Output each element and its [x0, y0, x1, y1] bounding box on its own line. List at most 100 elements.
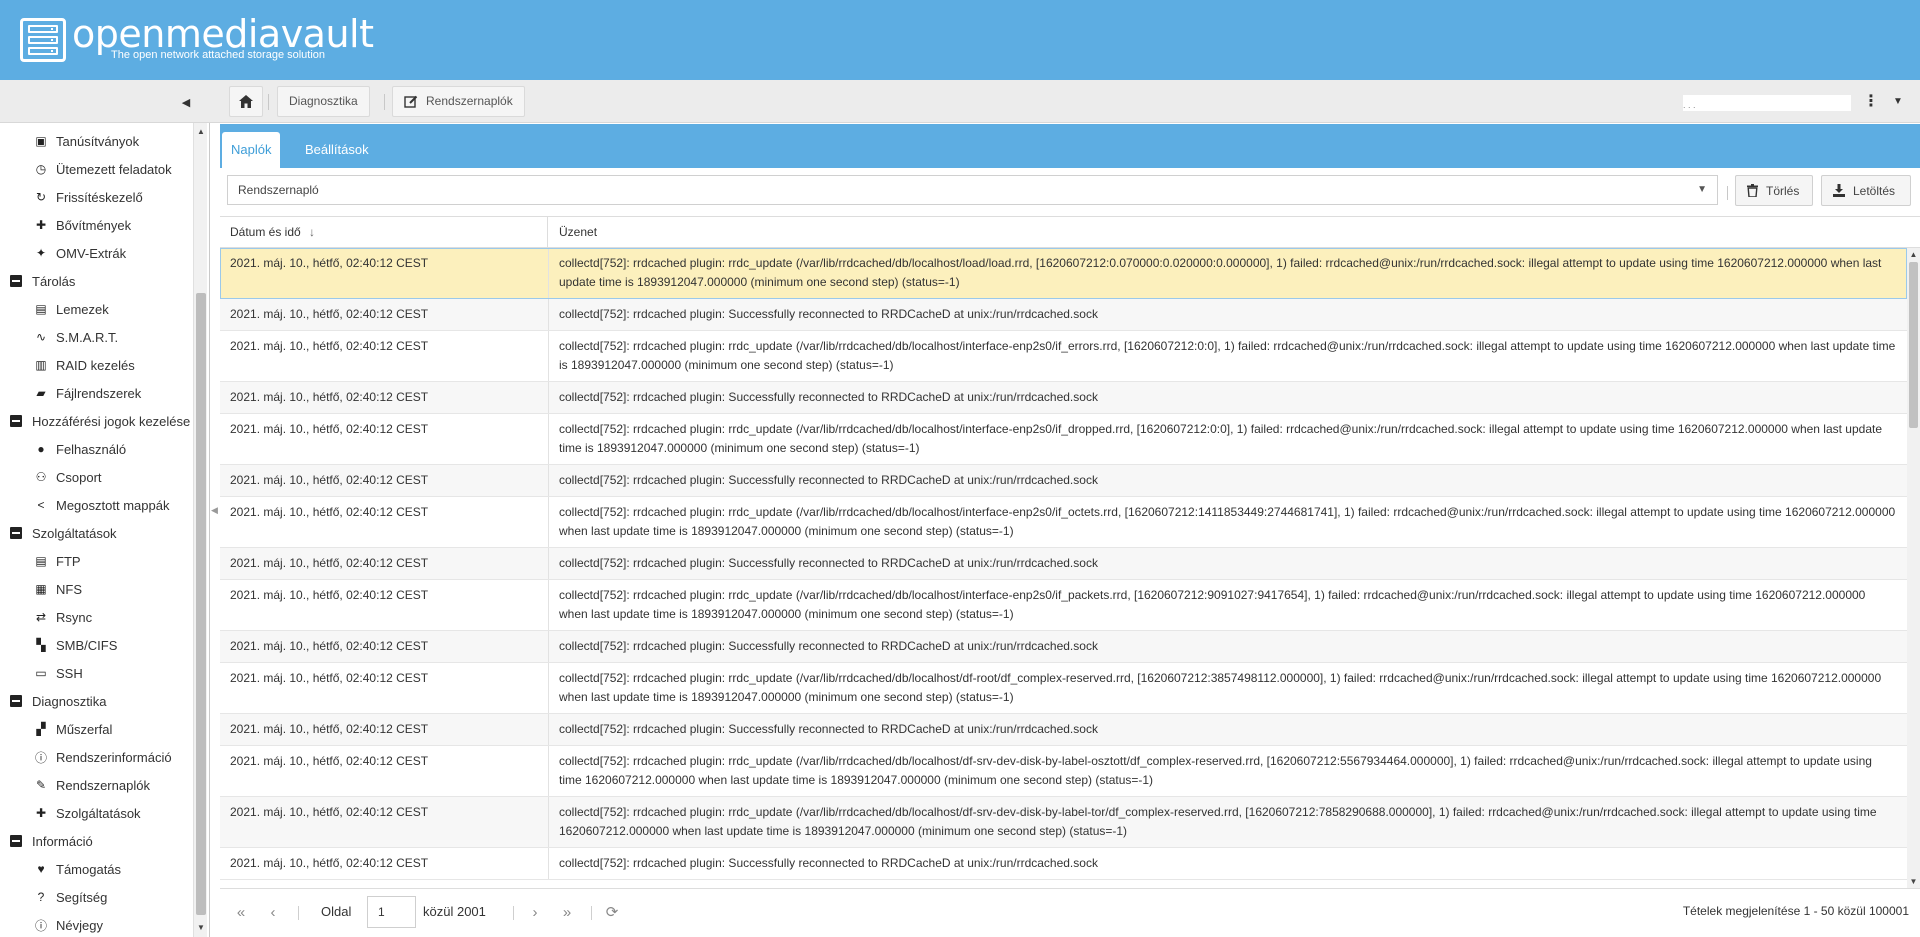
cell-date: 2021. máj. 10., hétfő, 02:40:12 CEST — [220, 331, 549, 381]
sidebar-resize-handle[interactable]: ◀ — [210, 498, 219, 522]
tab-settings[interactable]: Beállítások — [296, 132, 378, 168]
sidebar-group[interactable]: Tárolás — [0, 267, 193, 295]
table-row[interactable]: 2021. máj. 10., hétfő, 02:40:12 CEST coll… — [220, 248, 1907, 299]
table-row[interactable]: 2021. máj. 10., hétfő, 02:40:12 CEST coll… — [220, 580, 1907, 631]
log-grid: 2021. máj. 10., hétfő, 02:40:12 CEST coll… — [220, 248, 1907, 888]
scroll-up-icon[interactable]: ▲ — [194, 125, 208, 139]
delete-button[interactable]: Törlés — [1735, 175, 1813, 206]
table-row[interactable]: 2021. máj. 10., hétfő, 02:40:12 CEST coll… — [220, 848, 1907, 880]
table-row[interactable]: 2021. máj. 10., hétfő, 02:40:12 CEST coll… — [220, 497, 1907, 548]
collapse-minus-icon — [10, 415, 22, 427]
sidebar-item[interactable]: ? Segítség — [0, 883, 193, 911]
sidebar-group[interactable]: Diagnosztika — [0, 687, 193, 715]
sidebar-item[interactable]: ✦ OMV-Extrák — [0, 239, 193, 267]
cell-date: 2021. máj. 10., hétfő, 02:40:12 CEST — [220, 714, 549, 745]
scroll-down-icon[interactable]: ▼ — [194, 921, 208, 935]
more-vertical-icon[interactable]: ⋮ — [1859, 86, 1883, 118]
sidebar-item[interactable]: ♥ Támogatás — [0, 855, 193, 883]
table-row[interactable]: 2021. máj. 10., hétfő, 02:40:12 CEST coll… — [220, 382, 1907, 414]
table-row[interactable]: 2021. máj. 10., hétfő, 02:40:12 CEST coll… — [220, 746, 1907, 797]
last-page-icon[interactable]: » — [557, 903, 577, 923]
cell-message: collectd[752]: rrdcached plugin: Success… — [559, 722, 1098, 736]
collapse-sidebar-button[interactable]: ◀ — [176, 93, 196, 113]
sidebar-item[interactable]: ▭ SSH — [0, 659, 193, 687]
home-button[interactable] — [229, 86, 263, 117]
download-label: Letöltés — [1853, 183, 1896, 198]
prev-page-icon[interactable]: ‹ — [263, 903, 283, 923]
scrollbar-thumb[interactable] — [196, 293, 206, 915]
sidebar-item-label: Hozzáférési jogok kezelése — [32, 413, 191, 429]
sidebar-item[interactable]: ▞ Műszerfal — [0, 715, 193, 743]
first-page-icon[interactable]: « — [231, 903, 251, 923]
sidebar-item[interactable]: ✚ Bővítmények — [0, 211, 193, 239]
sidebar-item-label: OMV-Extrák — [56, 245, 127, 261]
sidebar-item[interactable]: ⚇ Csoport — [0, 463, 193, 491]
table-row[interactable]: 2021. máj. 10., hétfő, 02:40:12 CEST coll… — [220, 331, 1907, 382]
sidebar-item[interactable]: ● Felhasználó — [0, 435, 193, 463]
table-row[interactable]: 2021. máj. 10., hétfő, 02:40:12 CEST coll… — [220, 465, 1907, 497]
server-icon: ▤ — [35, 554, 47, 568]
refresh-icon[interactable]: ⟳ — [602, 903, 622, 923]
next-page-icon[interactable]: › — [525, 903, 545, 923]
sidebar-group[interactable]: Információ — [0, 827, 193, 855]
sidebar-item[interactable]: ↻ Frissítéskezelő — [0, 183, 193, 211]
table-row[interactable]: 2021. máj. 10., hétfő, 02:40:12 CEST coll… — [220, 714, 1907, 746]
sidebar-item[interactable]: ✚ Szolgáltatások — [0, 799, 193, 827]
chevron-down-icon[interactable]: ▼ — [1886, 86, 1910, 118]
sidebar-item[interactable]: ⓘ Névjegy — [0, 911, 193, 937]
sidebar-item[interactable]: ▥ RAID kezelés — [0, 351, 193, 379]
cell-date: 2021. máj. 10., hétfő, 02:40:12 CEST — [220, 497, 549, 547]
sidebar-item[interactable]: ▤ Lemezek — [0, 295, 193, 323]
heart-icon: ♥ — [37, 862, 45, 876]
sidebar-item-label: RAID kezelés — [56, 357, 135, 373]
user-menu[interactable]: . . . — [1683, 95, 1851, 111]
column-header-message[interactable]: Üzenet — [549, 217, 1909, 247]
sidebar-item-label: Frissítéskezelő — [56, 189, 143, 205]
cell-message: collectd[752]: rrdcached plugin: Success… — [559, 856, 1098, 870]
sidebar-item[interactable]: ▤ FTP — [0, 547, 193, 575]
cell-message: collectd[752]: rrdcached plugin: rrdc_up… — [559, 588, 1866, 621]
scrollbar-thumb[interactable] — [1909, 262, 1918, 428]
table-row[interactable]: 2021. máj. 10., hétfő, 02:40:12 CEST coll… — [220, 299, 1907, 331]
sidebar-scrollbar[interactable]: ▲ ▼ — [193, 123, 207, 937]
sidebar-group[interactable]: Szolgáltatások — [0, 519, 193, 547]
table-row[interactable]: 2021. máj. 10., hétfő, 02:40:12 CEST coll… — [220, 414, 1907, 465]
sidebar-item[interactable]: ▚ SMB/CIFS — [0, 631, 193, 659]
scroll-down-icon[interactable]: ▼ — [1907, 875, 1920, 888]
sidebar-item[interactable]: ∿ S.M.A.R.T. — [0, 323, 193, 351]
grid-scrollbar[interactable]: ▲ ▼ — [1907, 248, 1920, 888]
table-row[interactable]: 2021. máj. 10., hétfő, 02:40:12 CEST coll… — [220, 548, 1907, 580]
cell-date: 2021. máj. 10., hétfő, 02:40:12 CEST — [220, 465, 549, 496]
sidebar-item-label: S.M.A.R.T. — [56, 329, 119, 345]
cell-message: collectd[752]: rrdcached plugin: rrdc_up… — [559, 256, 1882, 289]
pulse-icon: ∿ — [35, 330, 47, 344]
page-input[interactable] — [367, 896, 416, 928]
breadcrumb-system-logs[interactable]: Rendszernaplók — [392, 86, 525, 117]
sidebar-item-label: Lemezek — [56, 301, 109, 317]
sidebar-item[interactable]: ⓘ Rendszerinformáció — [0, 743, 193, 771]
sidebar-item[interactable]: ▦ NFS — [0, 575, 193, 603]
breadcrumb-diagnostics[interactable]: Diagnosztika — [277, 86, 370, 117]
delete-label: Törlés — [1766, 183, 1800, 198]
cell-date: 2021. máj. 10., hétfő, 02:40:12 CEST — [220, 382, 549, 413]
log-type-select[interactable]: Rendszernapló ▼ — [227, 175, 1718, 205]
sidebar-item[interactable]: ✎ Rendszernaplók — [0, 771, 193, 799]
tab-logs[interactable]: Naplók — [222, 132, 281, 168]
sidebar-item-label: Műszerfal — [56, 721, 113, 737]
table-row[interactable]: 2021. máj. 10., hétfő, 02:40:12 CEST coll… — [220, 631, 1907, 663]
sidebar-group[interactable]: Hozzáférési jogok kezelése — [0, 407, 193, 435]
sidebar-item-label: Diagnosztika — [32, 693, 107, 709]
download-button[interactable]: Letöltés — [1821, 175, 1911, 206]
table-row[interactable]: 2021. máj. 10., hétfő, 02:40:12 CEST coll… — [220, 797, 1907, 848]
sidebar-item[interactable]: ◷ Ütemezett feladatok — [0, 155, 193, 183]
sidebar-item[interactable]: ▰ Fájlrendszerek — [0, 379, 193, 407]
sidebar-item-label: FTP — [56, 553, 81, 569]
wrench-icon: ✚ — [35, 806, 47, 820]
sidebar-item[interactable]: < Megosztott mappák — [0, 491, 193, 519]
sidebar-item[interactable]: ⇄ Rsync — [0, 603, 193, 631]
sidebar-item[interactable]: ▣ Tanúsítványok — [0, 127, 193, 155]
page-label: Oldal — [321, 904, 352, 919]
column-header-date[interactable]: Dátum és idő ↓ — [220, 217, 548, 247]
scroll-up-icon[interactable]: ▲ — [1907, 248, 1920, 261]
table-row[interactable]: 2021. máj. 10., hétfő, 02:40:12 CEST coll… — [220, 663, 1907, 714]
